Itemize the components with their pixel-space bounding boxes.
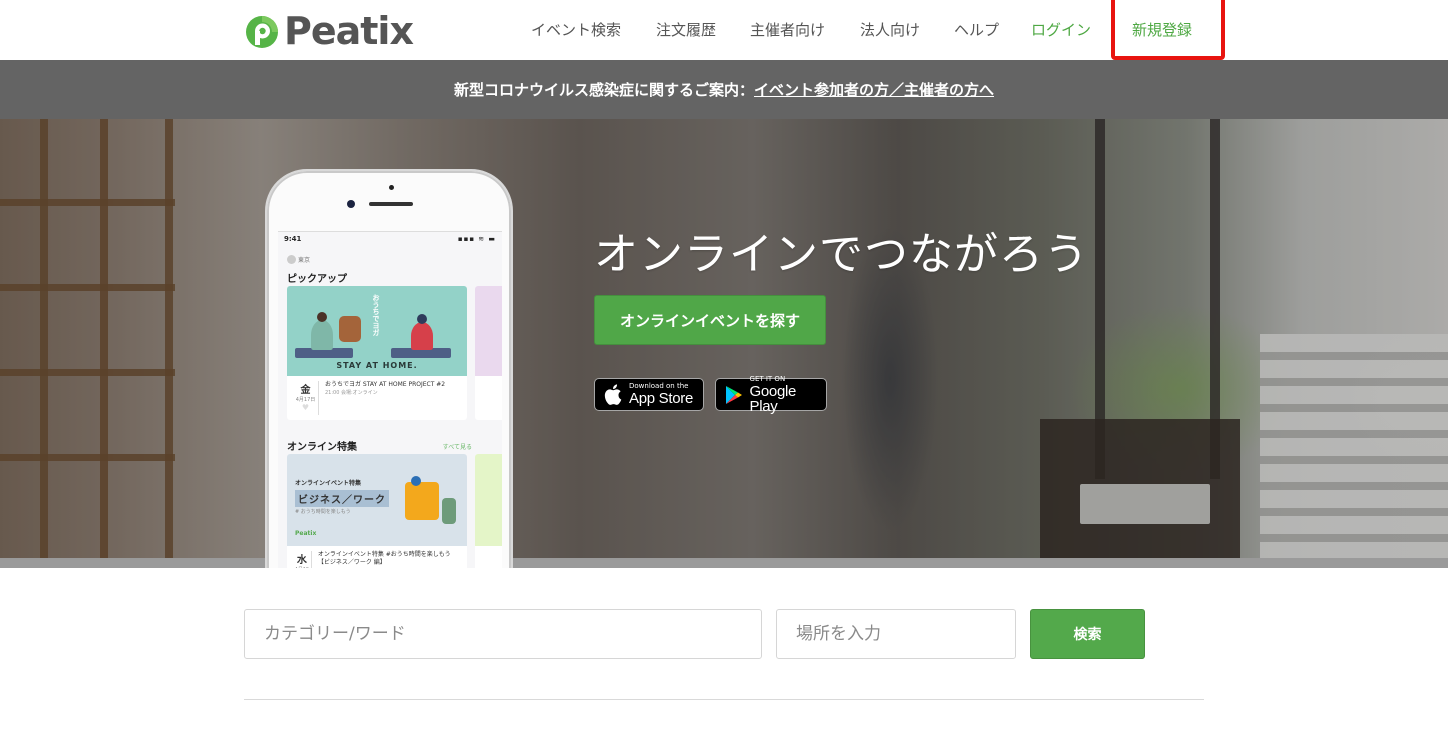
nav-for-organizers[interactable]: 主催者向け — [750, 19, 825, 41]
phone-speaker — [369, 202, 413, 206]
see-all-link: すべて見る — [442, 444, 472, 451]
category-keyword-input[interactable] — [244, 609, 762, 659]
status-time: 9:41 — [284, 235, 302, 243]
google-play-badge[interactable]: GET IT ON Google Play — [715, 374, 827, 415]
feature-label: オンラインイベント特集 — [295, 480, 362, 487]
yoga-figure — [311, 320, 333, 350]
phone-sensor — [389, 185, 394, 190]
signup-highlight-box — [1111, 0, 1225, 60]
notice-link[interactable]: イベント参加者の方／主催者の方へ — [754, 79, 994, 100]
chair-illustration — [405, 482, 439, 520]
peatix-logo-icon — [244, 13, 280, 49]
armchair — [339, 316, 361, 342]
event-day: 水 — [296, 555, 307, 566]
nav-order-history[interactable]: 注文履歴 — [656, 19, 716, 41]
worker-figure-head — [411, 476, 421, 486]
apple-icon — [603, 384, 623, 406]
status-icons: ▪▪▪ ≋ ▬ — [457, 235, 496, 243]
pickup-card-image: おうちでヨガ STAY AT HOME. — [287, 286, 467, 376]
nav-help[interactable]: ヘルプ — [954, 19, 999, 41]
logo-text: Peatix — [284, 9, 414, 53]
yoga-figure-head — [317, 312, 327, 322]
yoga-figure-head — [417, 314, 427, 324]
app-store-large-text: App Store — [629, 390, 694, 407]
plant-illustration — [442, 498, 456, 524]
phone-mockup: 9:41 ▪▪▪ ≋ ▬ 東京 ピックアップ おうちでヨガ STAY AT HO… — [265, 169, 513, 568]
phone-camera-icon — [347, 200, 355, 208]
online-feature-title: オンライン特集 — [287, 442, 357, 453]
pickup-card: おうちでヨガ STAY AT HOME. 金 4月17日 ♥ おうちでヨガ ST… — [287, 286, 467, 420]
covid-notice-bar: 新型コロナウイルス感染症に関するご案内： イベント参加者の方／主催者の方へ — [0, 60, 1448, 119]
event-date: 4月17日 — [295, 397, 316, 403]
site-header: Peatix イベント検索 注文履歴 主催者向け 法人向け ヘルプ ログイン 新… — [0, 0, 1448, 60]
app-store-small-text: Download on the — [629, 382, 689, 390]
event-day: 金 — [300, 385, 311, 396]
feature-heading: ビジネス／ワーク — [295, 490, 389, 507]
location-input[interactable] — [776, 609, 1016, 659]
app-store-badge[interactable]: Download on the App Store — [594, 378, 704, 411]
notice-text: 新型コロナウイルス感染症に関するご案内： — [453, 81, 754, 99]
feature-hashtag: # おうち時間を楽しもう — [295, 509, 351, 515]
stay-at-home-text: STAY AT HOME. — [336, 361, 418, 370]
feature-peatix-logo: Peatix — [295, 530, 317, 537]
location-label: 東京 — [298, 257, 311, 264]
section-divider — [244, 699, 1204, 700]
event-sub: 21:00 会場:オンライン — [325, 390, 378, 396]
peatix-logo[interactable]: Peatix — [244, 9, 414, 53]
event-title: オンラインイベント特集 #おうち時間を楽しもう【ビジネス／ワーク 編】 — [317, 551, 451, 566]
online-feature-image: オンラインイベント特集 ビジネス／ワーク # おうち時間を楽しもう Peatix — [287, 454, 467, 546]
google-play-icon — [724, 384, 744, 406]
google-play-large-text: Google Play — [749, 382, 797, 415]
nav-event-search[interactable]: イベント検索 — [531, 19, 621, 41]
pickup-vertical-text: おうちでヨガ — [372, 294, 380, 336]
online-feature-card: オンラインイベント特集 ビジネス／ワーク # おうち時間を楽しもう Peatix… — [287, 454, 467, 568]
online-feature-card-next — [475, 454, 502, 568]
phone-screen: 9:41 ▪▪▪ ≋ ▬ 東京 ピックアップ おうちでヨガ STAY AT HO… — [278, 231, 502, 568]
find-online-events-button[interactable]: オンラインイベントを探す — [594, 295, 826, 345]
hero-title: オンラインでつながろう — [594, 229, 1089, 280]
yoga-figure — [411, 322, 433, 350]
nav-login[interactable]: ログイン — [1031, 19, 1091, 41]
location-icon — [287, 255, 296, 264]
google-play-small-text: GET IT ON — [749, 374, 786, 383]
hero-bottom-strip — [0, 558, 1448, 568]
event-title: おうちでヨガ STAY AT HOME PROJECT #2 — [325, 381, 446, 388]
heart-icon: ♥ — [301, 403, 310, 412]
event-date: 4月15日 — [293, 566, 311, 568]
pickup-card-next — [475, 286, 502, 420]
location-selector: 東京 — [287, 255, 310, 264]
nav-for-business[interactable]: 法人向け — [860, 19, 920, 41]
search-button[interactable]: 検索 — [1030, 609, 1145, 659]
pickup-title: ピックアップ — [287, 274, 347, 285]
